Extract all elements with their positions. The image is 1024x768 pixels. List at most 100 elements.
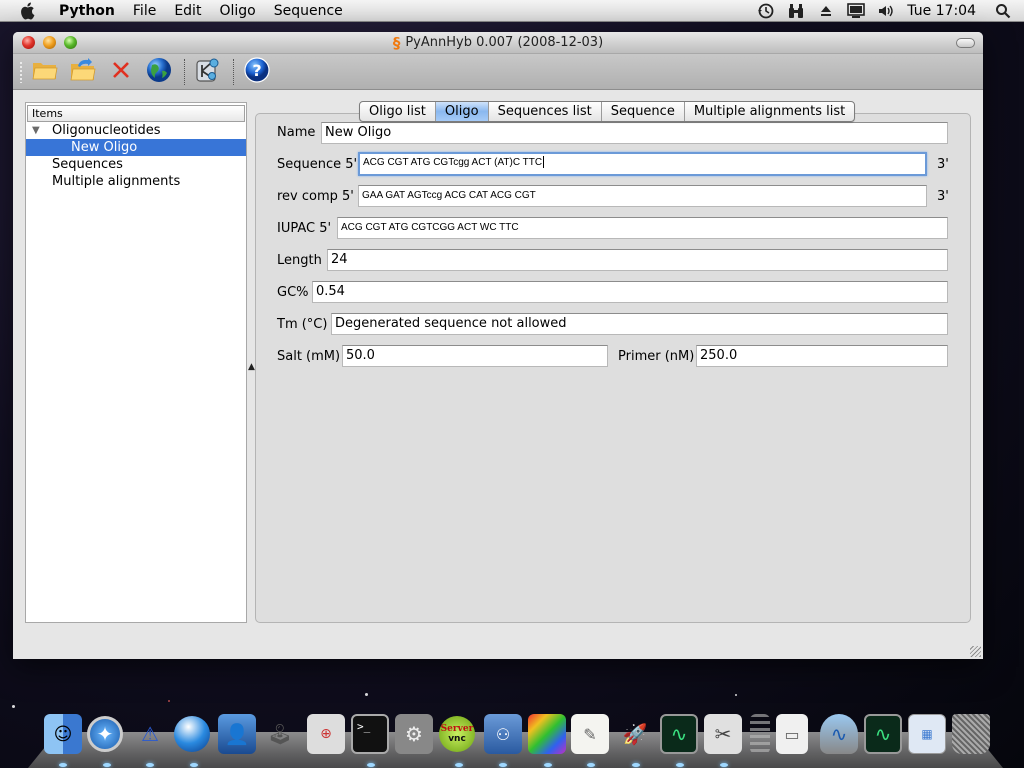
- web-button[interactable]: [143, 57, 175, 87]
- running-indicator: [455, 763, 463, 767]
- tab-sequences-list[interactable]: Sequences list: [487, 102, 601, 121]
- dock-safari-icon[interactable]: ✦: [87, 716, 123, 752]
- tree-node-new-oligo[interactable]: New Oligo: [26, 139, 246, 156]
- sequence-field[interactable]: ACG CGT ATG CGTcgg ACT (AT)C TTC: [358, 152, 927, 176]
- display-icon[interactable]: [841, 0, 871, 22]
- toolbar-separator: [184, 58, 185, 85]
- dock-network-diagnostics-icon[interactable]: ∿: [820, 714, 858, 754]
- main-content: Items ▼ Oligonucleotides New Oligo Seque…: [13, 91, 983, 659]
- dock-system-preferences-icon[interactable]: ⚙: [395, 714, 433, 754]
- delete-button[interactable]: [105, 57, 137, 87]
- name-field[interactable]: New Oligo: [321, 122, 948, 144]
- tree-node-label: New Oligo: [71, 140, 138, 155]
- gc-label: GC%: [277, 285, 309, 300]
- running-indicator: [59, 763, 67, 767]
- primer-label: Primer (nM): [618, 349, 695, 364]
- dock-console-icon[interactable]: ⚠: [131, 714, 169, 754]
- split-pane-divider[interactable]: ▲: [247, 102, 255, 623]
- dock-maps-icon[interactable]: ⊕: [307, 714, 345, 754]
- running-indicator: [103, 763, 111, 767]
- dock-activity-monitor-2-icon[interactable]: ∿: [864, 714, 902, 754]
- tree-node-multiple-alignments[interactable]: Multiple alignments: [26, 173, 246, 190]
- globe-icon: [146, 57, 172, 87]
- spotlight-search-icon[interactable]: [988, 0, 1018, 22]
- gc-field[interactable]: 0.54: [312, 281, 948, 303]
- app-icon: §: [392, 33, 401, 52]
- binoculars-icon[interactable]: [781, 0, 811, 22]
- rev-comp-3prime-label: 3': [937, 189, 949, 204]
- menu-python[interactable]: Python: [53, 0, 124, 22]
- dock-directory-utility-icon[interactable]: 👤: [218, 714, 256, 754]
- tab-multiple-alignments-list[interactable]: Multiple alignments list: [683, 102, 854, 121]
- salt-label: Salt (mM): [277, 349, 341, 364]
- menu-file[interactable]: File: [124, 0, 165, 22]
- dock-trash-icon[interactable]: [952, 714, 990, 754]
- iupac-label: IUPAC 5': [277, 221, 332, 236]
- dock-grapher-icon[interactable]: [528, 714, 566, 754]
- help-button[interactable]: ?: [241, 56, 273, 87]
- window-resize-grip[interactable]: [970, 646, 981, 657]
- dock-workgroup-manager-icon[interactable]: ⚇: [484, 714, 522, 754]
- star: [12, 705, 15, 708]
- dock: ☺ ✦ ⚠ 👤 🕹 ⊕ >_ ⚙ Server vnc ⚇ ✎ 🚀 ∿ ✂ ▭ …: [28, 708, 1003, 768]
- time-machine-icon[interactable]: [751, 0, 781, 22]
- dock-disk-image-icon[interactable]: ▭: [776, 714, 808, 754]
- tab-oligo[interactable]: Oligo: [434, 102, 488, 121]
- length-label: Length: [277, 253, 322, 268]
- text-caret: [543, 156, 545, 169]
- apple-icon[interactable]: [19, 2, 39, 20]
- title-bar[interactable]: § PyAnnHyb 0.007 (2008-12-03): [13, 32, 983, 54]
- vnc-label-bottom: vnc: [448, 734, 466, 744]
- dock-activity-monitor-icon[interactable]: ∿: [660, 714, 698, 754]
- tab-sequence[interactable]: Sequence: [600, 102, 684, 121]
- tree-column-header[interactable]: Items: [27, 105, 245, 122]
- dock-joystick-icon[interactable]: 🕹: [261, 714, 299, 754]
- tm-field[interactable]: Degenerated sequence not allowed: [331, 313, 948, 335]
- collapse-arrow-icon[interactable]: ▲: [248, 362, 255, 372]
- menu-clock[interactable]: Tue 17:04: [901, 3, 988, 19]
- item-tree[interactable]: Items ▼ Oligonucleotides New Oligo Seque…: [25, 102, 247, 623]
- tree-node-label: Sequences: [52, 157, 123, 172]
- vnc-label-top: Server: [440, 724, 474, 734]
- rev-comp-field[interactable]: GAA GAT AGTccg ACG CAT ACG CGT: [358, 185, 927, 207]
- save-button[interactable]: [67, 57, 99, 87]
- dock-finder-window-icon[interactable]: ▦: [908, 714, 946, 754]
- iupac-field[interactable]: ACG CGT ATG CGTCGG ACT WC TTC: [337, 217, 948, 239]
- star: [168, 700, 170, 702]
- molecule-icon: [195, 57, 221, 87]
- align-button[interactable]: [192, 57, 224, 87]
- eject-icon[interactable]: [811, 0, 841, 22]
- menu-edit[interactable]: Edit: [165, 0, 210, 22]
- toolbar-toggle-button[interactable]: [956, 38, 975, 48]
- volume-icon[interactable]: [871, 0, 901, 22]
- toolbar-grip[interactable]: [19, 60, 23, 83]
- sequence-label: Sequence 5': [277, 157, 358, 172]
- dock-textedit-icon[interactable]: ✎: [571, 714, 609, 754]
- dock-network-utility-icon[interactable]: [174, 716, 210, 752]
- dock-separator: [750, 714, 770, 754]
- sequence-value: ACG CGT ATG CGTcgg ACT (AT)C TTC: [363, 157, 543, 168]
- length-field[interactable]: 24: [327, 249, 948, 271]
- menu-sequence[interactable]: Sequence: [265, 0, 352, 22]
- dock-grab-icon[interactable]: ✂: [704, 714, 742, 754]
- disclosure-triangle-icon[interactable]: ▼: [32, 122, 40, 139]
- tree-node-sequences[interactable]: Sequences: [26, 156, 246, 173]
- running-indicator: [676, 763, 684, 767]
- tree-node-label: Oligonucleotides: [52, 123, 161, 138]
- dock-vnc-server-icon[interactable]: Server vnc: [439, 716, 475, 752]
- running-indicator: [720, 763, 728, 767]
- salt-field[interactable]: 50.0: [342, 345, 608, 367]
- open-button[interactable]: [29, 57, 61, 87]
- tree-node-oligonucleotides[interactable]: ▼ Oligonucleotides: [26, 122, 246, 139]
- window-title-text: PyAnnHyb 0.007 (2008-12-03): [405, 35, 604, 50]
- dock-finder-icon[interactable]: ☺: [44, 714, 82, 754]
- menu-oligo[interactable]: Oligo: [210, 0, 264, 22]
- tm-label: Tm (°C): [277, 317, 328, 332]
- running-indicator: [146, 763, 154, 767]
- dock-python-launcher-icon[interactable]: 🚀: [616, 714, 654, 754]
- help-icon: ?: [244, 56, 270, 87]
- dock-terminal-icon[interactable]: >_: [351, 714, 389, 754]
- running-indicator: [190, 763, 198, 767]
- tab-oligo-list[interactable]: Oligo list: [360, 102, 435, 121]
- primer-field[interactable]: 250.0: [696, 345, 948, 367]
